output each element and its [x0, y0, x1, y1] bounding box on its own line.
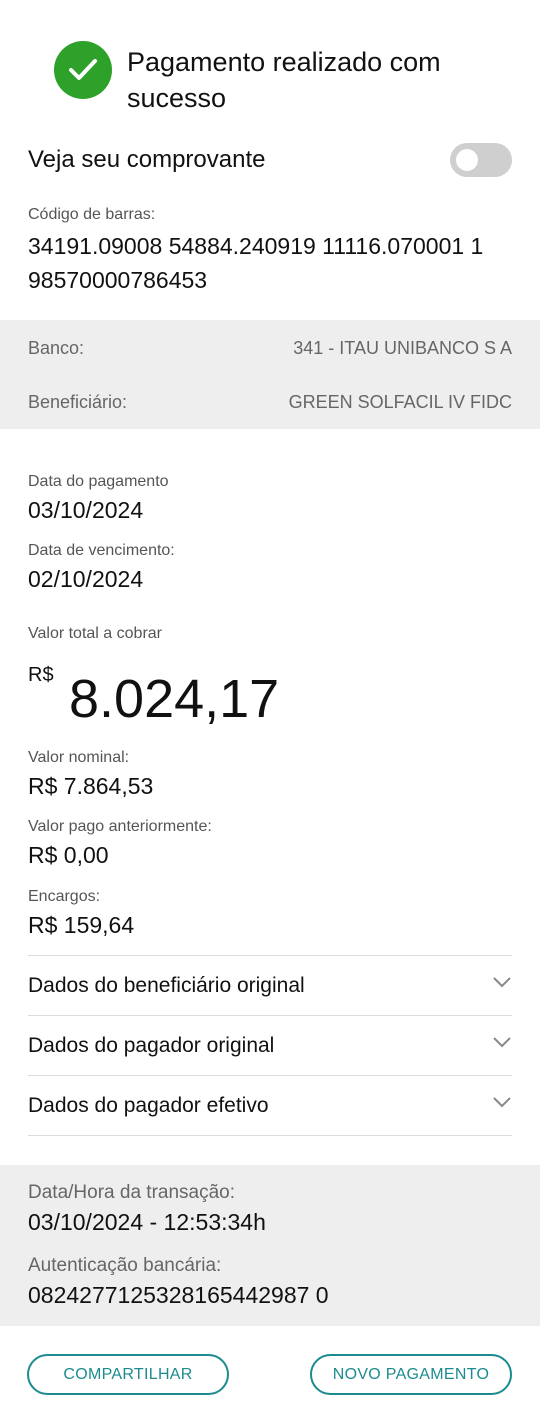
bank-row: Banco: 341 - ITAU UNIBANCO S A [28, 338, 512, 368]
bank-info-panel: Banco: 341 - ITAU UNIBANCO S A Beneficiá… [0, 320, 540, 429]
bank-label: Banco: [28, 338, 85, 358]
payment-date-label: Data do pagamento [28, 473, 169, 490]
receipt-toggle-row: Veja seu comprovante [28, 140, 512, 180]
chevron-down-icon [493, 1037, 511, 1048]
check-icon [54, 41, 112, 99]
accordion-label: Dados do pagador original [28, 1034, 275, 1057]
accordion-original-beneficiary[interactable]: Dados do beneficiário original [28, 955, 512, 1015]
beneficiary-label: Beneficiário: [28, 392, 128, 412]
chevron-down-icon [493, 1097, 511, 1108]
due-date-value: 02/10/2024 [28, 566, 144, 592]
accordion-original-payer[interactable]: Dados do pagador original [28, 1015, 512, 1075]
prior-paid-label: Valor pago anteriormente: [28, 818, 212, 835]
share-button[interactable]: COMPARTILHAR [27, 1354, 229, 1395]
bank-value: 341 - ITAU UNIBANCO S A [293, 338, 512, 358]
receipt-label: Veja seu comprovante [28, 146, 266, 173]
charges-label: Encargos: [28, 888, 101, 905]
toggle-knob [456, 149, 478, 171]
due-date-label: Data de vencimento: [28, 542, 175, 559]
beneficiary-row: Beneficiário: GREEN SOLFACIL IV FIDC [28, 392, 512, 422]
success-header: Pagamento realizado com sucesso [54, 41, 514, 121]
divider [28, 1135, 512, 1136]
prior-paid-value: R$ 0,00 [28, 842, 109, 868]
accordion-label: Dados do beneficiário original [28, 974, 305, 997]
new-payment-button[interactable]: NOVO PAGAMENTO [310, 1354, 512, 1395]
auth-value: 0824277125328165442987 0 [28, 1282, 329, 1308]
payment-date-value: 03/10/2024 [28, 497, 144, 523]
auth-label: Autenticação bancária: [28, 1255, 222, 1276]
transaction-datetime-value: 03/10/2024 - 12:53:34h [28, 1209, 266, 1235]
accordion-effective-payer[interactable]: Dados do pagador efetivo [28, 1075, 512, 1135]
transaction-panel: Data/Hora da transação: 03/10/2024 - 12:… [0, 1165, 540, 1326]
barcode-label: Código de barras: [28, 206, 156, 223]
success-title: Pagamento realizado com sucesso [127, 47, 441, 113]
nominal-value: R$ 7.864,53 [28, 773, 154, 799]
receipt-toggle[interactable] [450, 143, 512, 177]
accordion-label: Dados do pagador efetivo [28, 1094, 269, 1117]
charges-value: R$ 159,64 [28, 912, 135, 938]
total-amount: 8.024,17 [69, 669, 280, 729]
currency-symbol: R$ [28, 664, 54, 686]
barcode-value: 34191.09008 54884.240919 11116.070001 1 … [28, 233, 484, 293]
transaction-datetime-label: Data/Hora da transação: [28, 1182, 236, 1203]
beneficiary-value: GREEN SOLFACIL IV FIDC [288, 392, 512, 412]
nominal-label: Valor nominal: [28, 749, 130, 766]
total-label: Valor total a cobrar [28, 625, 162, 642]
chevron-down-icon [493, 977, 511, 988]
